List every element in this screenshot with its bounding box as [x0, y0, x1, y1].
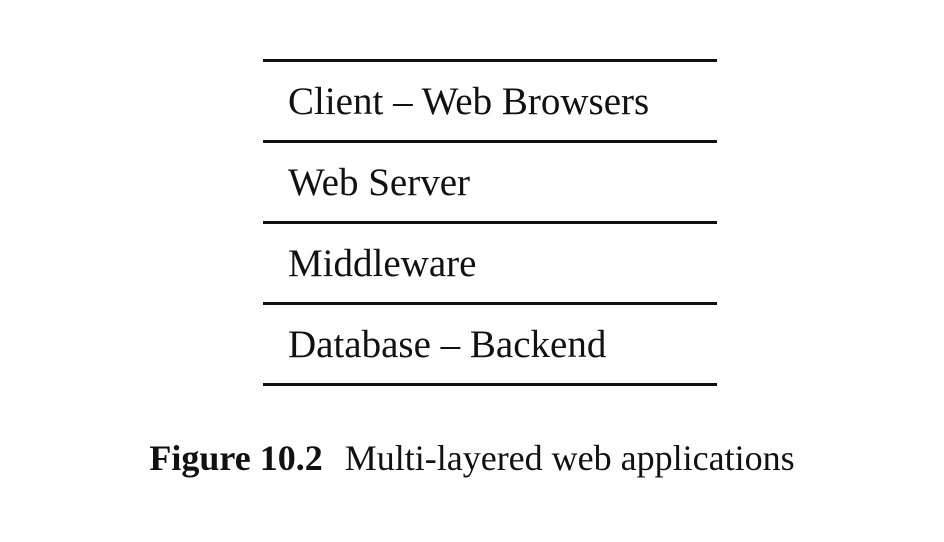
layer-middleware: Middleware [288, 241, 477, 285]
layer-database: Database – Backend [288, 322, 607, 366]
layer-client: Client – Web Browsers [288, 79, 650, 123]
figure-number: Figure 10.2 [149, 438, 323, 478]
bottom-rule [263, 383, 717, 386]
layer-stack-diagram: Client – Web Browsers Web Server Middlew… [263, 59, 717, 386]
layer-web-server: Web Server [288, 160, 471, 204]
figure-caption-text: Multi-layered web applications [344, 438, 795, 478]
figure-caption: Figure 10.2 Multi-layered web application… [0, 440, 944, 476]
